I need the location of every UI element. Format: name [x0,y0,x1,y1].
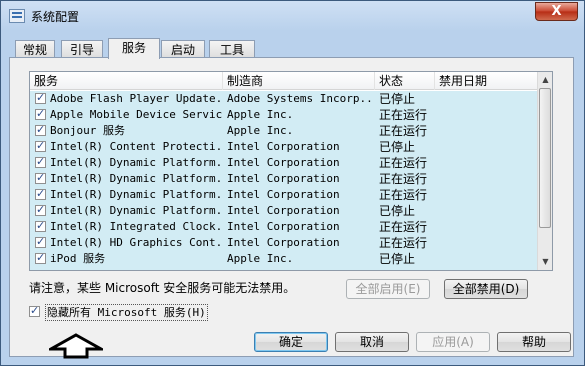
app-icon [9,9,25,23]
service-vendor: Intel Corporation [227,236,340,249]
service-checkbox[interactable] [35,138,46,154]
service-status: 正在运行 [379,236,428,250]
service-name: Intel(R) HD Graphics Cont... [50,236,222,249]
services-list: 服务 制造商 状态 禁用日期 Adobe Flash Player Update… [29,71,553,271]
table-row[interactable]: Intel(R) Dynamic Platform... Intel Corpor… [30,186,538,203]
service-vendor: Intel Corporation [227,220,340,233]
service-name: Apple Mobile Device Service [50,108,222,121]
tab-services[interactable]: 服务 [108,38,160,59]
service-status: 正在运行 [379,220,428,234]
column-header-service[interactable]: 服务 [30,72,223,90]
service-status: 已停止 [379,204,416,218]
apply-button[interactable]: 应用(A) [416,332,490,352]
service-name: Intel(R) Dynamic Platform... [50,188,222,201]
table-row[interactable]: Intel(R) Integrated Clock... Intel Corpor… [30,218,538,235]
service-name: Intel(R) Integrated Clock... [50,220,222,233]
hide-microsoft-label[interactable]: 隐藏所有 Microsoft 服务(H) [45,304,208,321]
service-name: Intel(R) Content Protecti... [50,140,222,153]
column-header-status[interactable]: 状态 [375,72,435,90]
service-name: iPod 服务 [50,252,106,265]
system-config-window: 系统配置 X 常规 引导 服务 启动 工具 服务 制造商 状态 禁用日期 Ado… [0,0,585,366]
service-checkbox[interactable] [35,218,46,234]
service-vendor: Intel Corporation [227,172,340,185]
service-checkbox[interactable] [35,202,46,218]
service-vendor: Intel Corporation [227,156,340,169]
service-name: Adobe Flash Player Update... [50,92,222,105]
service-checkbox[interactable] [35,122,46,138]
column-header-disabled-date[interactable]: 禁用日期 [435,72,538,90]
scroll-thumb[interactable] [539,88,551,228]
service-name: Intel(R) Dynamic Platform... [50,204,222,217]
service-status: 正在运行 [379,156,428,170]
scroll-up-icon[interactable]: ▲ [538,72,553,88]
table-row[interactable]: Bonjour 服务 Apple Inc. 正在运行 [30,122,538,139]
scroll-down-icon[interactable]: ▼ [538,254,553,270]
hide-microsoft-checkbox[interactable] [29,303,40,318]
table-row[interactable]: Intel(R) Content Protecti... Intel Corpor… [30,138,538,155]
close-button[interactable]: X [535,2,578,21]
table-row[interactable]: Apple Mobile Device Service Apple Inc. 正在运… [30,106,538,123]
help-button[interactable]: 帮助 [497,332,571,352]
enable-all-button[interactable]: 全部启用(E) [346,279,430,299]
vertical-scrollbar[interactable]: ▲ ▼ [537,72,552,270]
service-status: 正在运行 [379,124,428,138]
service-status: 已停止 [379,92,416,106]
list-header: 服务 制造商 状态 禁用日期 [30,72,538,90]
column-header-vendor[interactable]: 制造商 [223,72,375,90]
title-bar: 系统配置 X [1,1,584,31]
service-status: 已停止 [379,252,416,266]
service-vendor: Apple Inc. [227,108,294,121]
table-row[interactable]: Intel(R) Dynamic Platform... Intel Corpor… [30,170,538,187]
service-status: 正在运行 [379,188,428,202]
service-vendor: Adobe Systems Incorp... [227,92,372,105]
service-name: Intel(R) Dynamic Platform... [50,172,222,185]
table-row[interactable]: iPod 服务 Apple Inc. 已停止 [30,250,538,267]
service-checkbox[interactable] [35,91,46,106]
service-vendor: Intel Corporation [227,140,340,153]
note-text: 请注意，某些 Microsoft 安全服务可能无法禁用。 [29,281,296,295]
service-vendor: Intel Corporation [227,188,340,201]
service-checkbox[interactable] [35,106,46,122]
table-row[interactable]: Intel(R) HD Graphics Cont... Intel Corpor… [30,234,538,251]
disable-all-button[interactable]: 全部禁用(D) [444,279,528,299]
list-rows: Adobe Flash Player Update... Adobe System… [30,91,538,270]
service-status: 正在运行 [379,108,428,122]
service-vendor: Apple Inc. [227,124,294,137]
cancel-button[interactable]: 取消 [335,332,409,352]
service-name: Bonjour 服务 [50,124,125,137]
ok-button[interactable]: 确定 [254,332,328,352]
window-title: 系统配置 [31,10,80,24]
service-status: 已停止 [379,140,416,154]
service-checkbox[interactable] [35,154,46,170]
table-row[interactable]: Adobe Flash Player Update... Adobe System… [30,91,538,107]
table-row[interactable]: Intel(R) Dynamic Platform... Intel Corpor… [30,154,538,171]
service-checkbox[interactable] [35,170,46,186]
service-checkbox[interactable] [35,234,46,250]
service-vendor: Apple Inc. [227,252,294,265]
arrow-up-icon [49,333,103,359]
service-status: 正在运行 [379,172,428,186]
service-checkbox[interactable] [35,250,46,266]
service-checkbox[interactable] [35,186,46,202]
service-vendor: Intel Corporation [227,204,340,217]
service-name: Intel(R) Dynamic Platform... [50,156,222,169]
table-row[interactable]: Intel(R) Dynamic Platform... Intel Corpor… [30,202,538,219]
